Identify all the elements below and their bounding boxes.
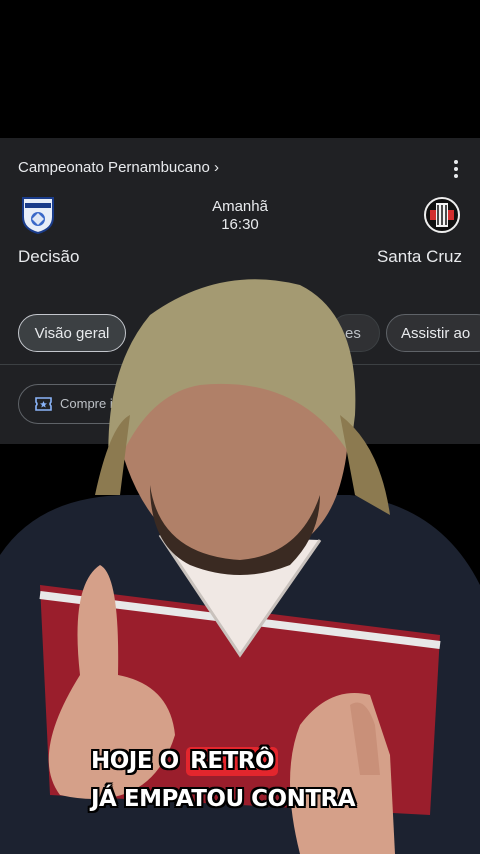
more-vert-icon[interactable] [450, 160, 462, 178]
video-top-area [0, 0, 480, 138]
caption-line-2: JÁ EMPATOU CONTRA [91, 786, 356, 812]
caption-line-1: HOJE O RETRÔ [91, 747, 279, 776]
match-day: Amanhã [212, 198, 268, 215]
match-hour: 16:30 [221, 216, 259, 233]
decisao-crest-icon [22, 197, 54, 235]
caption-highlight: RETRÔ [186, 747, 279, 776]
match-time: Amanhã 16:30 [190, 198, 290, 234]
competition-link[interactable]: Campeonato Pernambucano › [18, 159, 219, 176]
santa-cruz-crest-icon [424, 197, 460, 233]
caption-line-1-prefix: HOJE O [91, 748, 187, 774]
